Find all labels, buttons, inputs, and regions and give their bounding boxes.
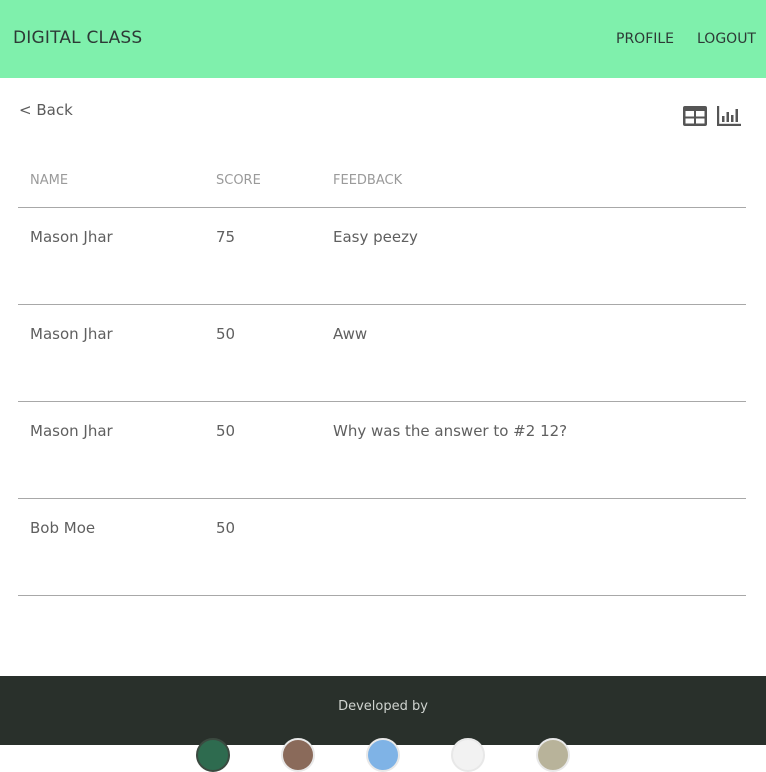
logout-link[interactable]: LOGOUT [697, 31, 756, 47]
cell-name: Mason Jhar [30, 325, 113, 343]
back-link[interactable]: < Back [19, 101, 73, 119]
table-header-row: NAME SCORE FEEDBACK [18, 160, 746, 208]
developed-by-text: Developed by [338, 699, 428, 714]
column-header-score: SCORE [216, 173, 261, 188]
cell-name: Mason Jhar [30, 228, 113, 246]
developer-avatar[interactable] [451, 738, 485, 772]
developer-avatar[interactable] [281, 738, 315, 772]
cell-score: 75 [216, 228, 236, 246]
cell-feedback: Aww [333, 325, 368, 343]
table-row: Mason Jhar 50 Aww [18, 305, 746, 402]
cell-feedback: Why was the answer to #2 12? [333, 422, 568, 440]
cell-score: 50 [216, 422, 236, 440]
table-row: Bob Moe 50 [18, 499, 746, 596]
cell-name: Mason Jhar [30, 422, 113, 440]
developer-avatar[interactable] [196, 738, 230, 772]
cell-name: Bob Moe [30, 519, 96, 537]
table-view-icon[interactable] [682, 104, 708, 128]
table-row: Mason Jhar 75 Easy peezy [18, 208, 746, 305]
developer-avatar[interactable] [366, 738, 400, 772]
footer: Developed by [0, 676, 766, 772]
column-header-name: NAME [30, 173, 69, 188]
top-navbar: DIGITAL CLASS PROFILE LOGOUT [0, 0, 766, 78]
brand-title[interactable]: DIGITAL CLASS [13, 28, 142, 48]
column-header-feedback: FEEDBACK [333, 173, 403, 188]
profile-link[interactable]: PROFILE [616, 31, 674, 47]
table-row: Mason Jhar 50 Why was the answer to #2 1… [18, 402, 746, 499]
cell-score: 50 [216, 325, 236, 343]
cell-feedback: Easy peezy [333, 228, 418, 246]
cell-score: 50 [216, 519, 236, 537]
bar-chart-view-icon[interactable] [716, 104, 742, 128]
developer-avatar[interactable] [536, 738, 570, 772]
scores-table: NAME SCORE FEEDBACK Mason Jhar 75 Easy p… [18, 160, 746, 596]
